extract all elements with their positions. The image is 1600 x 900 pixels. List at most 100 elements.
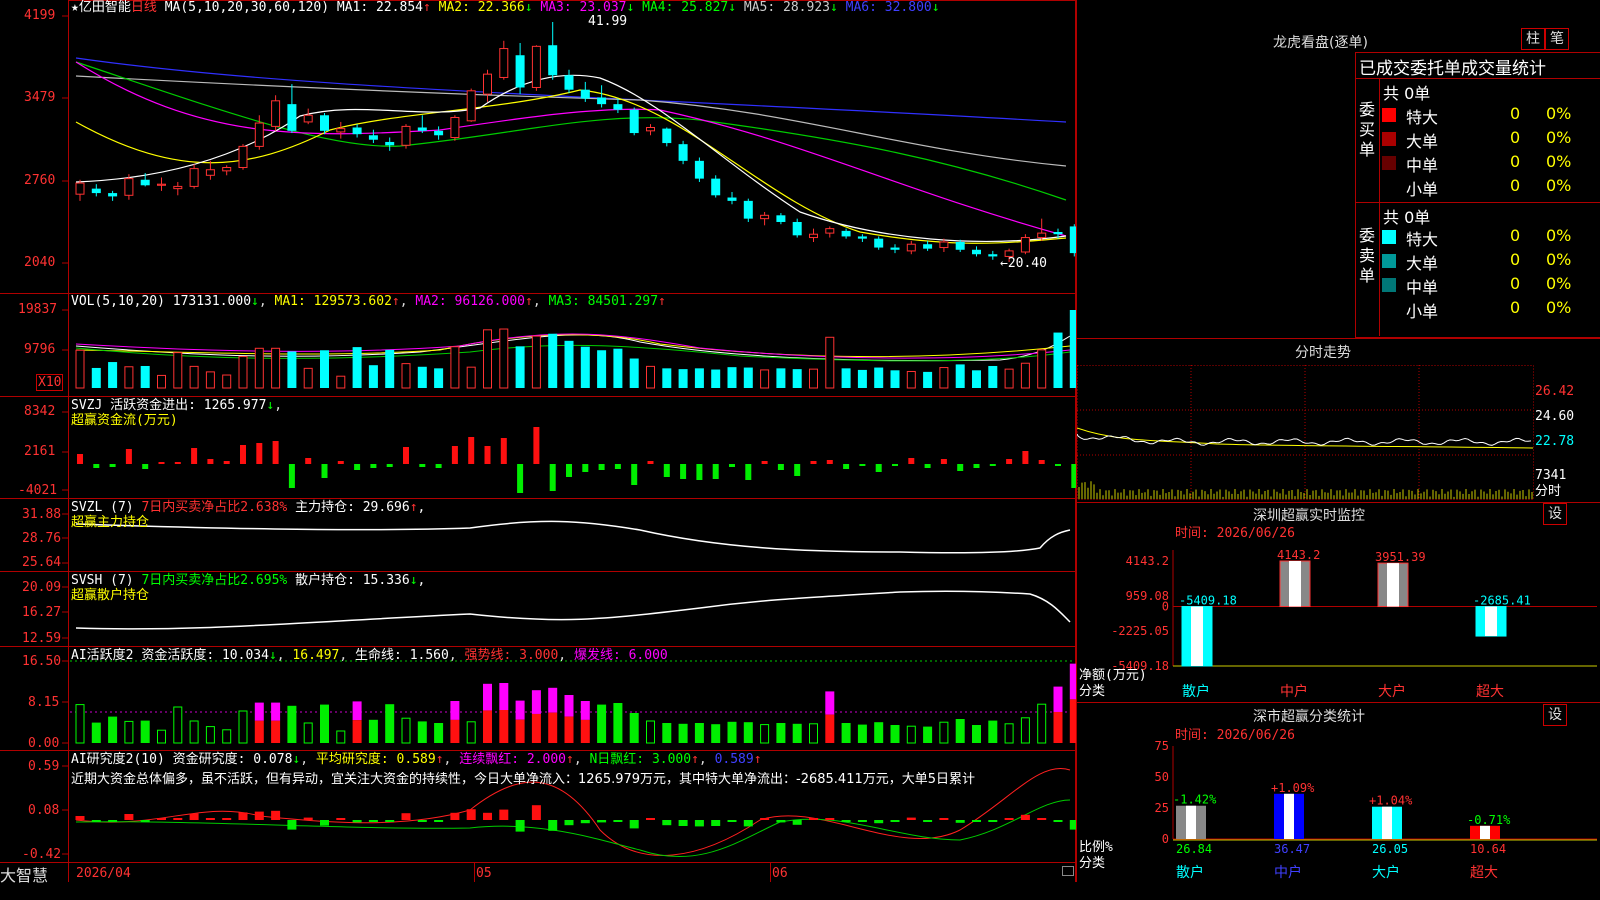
class-change-label: +1.04%: [1369, 794, 1413, 808]
activity-bar: [238, 710, 248, 744]
bar-mode-button[interactable]: 柱: [1521, 28, 1545, 50]
fenshi-axis-label: 22.78: [1535, 434, 1575, 449]
candle: [662, 127, 672, 147]
activity-bar: [776, 723, 786, 743]
sz-monitor-chart[interactable]: 4143.2959.080-2225.05-5409.18-5409.18散户4…: [1077, 540, 1600, 702]
candle: [205, 160, 215, 180]
price-axis-label: 3479: [24, 90, 56, 105]
vol-panel-title: VOL(5,10,20) 173131.000↓, MA1: 129573.60…: [71, 294, 666, 309]
legend-swatch: [1382, 108, 1396, 122]
row-percent: 0%: [1546, 128, 1572, 147]
volume-bar: [401, 363, 411, 389]
class-bar: [1176, 805, 1206, 839]
row-name: 中单: [1406, 156, 1439, 175]
row-count: 0: [1510, 250, 1521, 269]
candle: [874, 236, 884, 250]
volume-bar: [483, 329, 492, 389]
fenshi-vol-label: 7341: [1535, 468, 1567, 483]
ma-value-6: MA6: 32.800↓: [837, 0, 940, 15]
candle: [792, 218, 802, 238]
svzl-axis-label: 25.64: [22, 555, 62, 570]
svzj-panel-title: SVZJ 活跃资金进出: 1265.977↓, 超赢资金流(万元): [71, 398, 283, 428]
activity-bar: [874, 722, 884, 743]
flow-bar: [761, 461, 768, 464]
candle: [189, 164, 199, 189]
tick-mode-button[interactable]: 笔: [1545, 28, 1569, 50]
ma-title: MA(5,10,20,30,60,120): [164, 0, 330, 15]
ma1-line: [75, 74, 1067, 242]
flow-bar: [859, 464, 866, 466]
sz-monitor-settings-button[interactable]: 设: [1543, 503, 1567, 525]
activity-bar: [564, 695, 574, 717]
research-bar: [499, 809, 509, 820]
volume-bar: [760, 369, 770, 389]
activity-bar: [548, 687, 558, 713]
svsh-panel-title: SVSH (7) 7日内买卖净占比2.695% 散户持仓: 15.336↓, 超…: [71, 573, 426, 603]
class-change-label: +1.09%: [1271, 781, 1315, 795]
candle: [613, 98, 623, 114]
candle: [646, 124, 655, 136]
row-percent: 0%: [1546, 274, 1572, 293]
research-bar: [727, 820, 737, 822]
flow-bar: [940, 459, 947, 464]
monitor-axis-label: 0: [1162, 600, 1169, 614]
longhu-row: 特大 0 0%: [1382, 226, 1600, 249]
row-count: 0: [1510, 176, 1521, 195]
flow-bar: [810, 461, 817, 464]
activity-bar: [743, 722, 753, 743]
volume-bar: [238, 356, 248, 389]
main-chart[interactable]: [0, 0, 1076, 882]
activity-bar: [320, 704, 329, 743]
volume-bar: [352, 347, 362, 388]
volume-bar: [531, 335, 541, 389]
period-label[interactable]: 日线: [131, 0, 157, 15]
activity-bar: [254, 702, 264, 721]
research-bar: [401, 813, 411, 820]
activity-bar: [336, 730, 346, 744]
activity-bar: [531, 690, 541, 714]
research-bar: [874, 820, 884, 824]
volume-bar: [91, 367, 101, 388]
class-category-label: 大户: [1372, 864, 1400, 881]
activity-bar: [352, 720, 362, 743]
activity-bar: [613, 703, 623, 743]
volume-bar: [140, 365, 150, 388]
activity-bar: [890, 725, 900, 743]
activity-bar: [75, 704, 85, 744]
legend-swatch: [1382, 302, 1396, 316]
volume-bar: [906, 370, 916, 389]
sz-class-chart[interactable]: 75 50 25 0 -1.42% 26.84 散户 +1.09% 36.47 中户 +1.04% 2…: [1077, 738, 1600, 882]
lock-icon[interactable]: [1062, 866, 1074, 876]
research-bar: [173, 818, 183, 820]
candle: [923, 240, 933, 251]
candle: [483, 69, 492, 102]
flow-bar: [337, 461, 344, 464]
volume-bar: [368, 365, 378, 388]
candle: [809, 228, 818, 242]
longhu-row: 大单 0 0%: [1382, 250, 1600, 273]
volume-bar: [580, 346, 590, 388]
svzl-axis-label: 31.88: [22, 507, 62, 522]
sz-class-settings-button[interactable]: 设: [1543, 704, 1567, 726]
research-bar: [760, 818, 770, 820]
volume-bar: [613, 348, 623, 388]
monitor-bar-label: 4143.2: [1277, 548, 1320, 562]
volume-bar: [678, 369, 688, 388]
research-bar: [157, 818, 166, 820]
activity-bar: [1037, 703, 1047, 744]
sz-class-title: 深市超赢分类统计: [1253, 709, 1365, 725]
class-value-label: 10.64: [1470, 842, 1506, 856]
activity-bar: [857, 724, 867, 743]
activity-bar: [352, 701, 362, 721]
activity-bar: [841, 723, 851, 743]
research-bar: [906, 817, 916, 820]
flow-bar: [321, 464, 328, 478]
favorite-star-icon[interactable]: ★: [71, 0, 79, 15]
fenshi-chart[interactable]: [1077, 360, 1600, 502]
row-name: 中单: [1406, 278, 1439, 297]
sz-monitor-ylabel: 净额(万元): [1079, 668, 1147, 683]
activity-bar: [303, 722, 313, 744]
class-axis-label: 75: [1155, 739, 1169, 753]
volume-bar: [890, 370, 900, 388]
activity-bar: [450, 719, 460, 743]
